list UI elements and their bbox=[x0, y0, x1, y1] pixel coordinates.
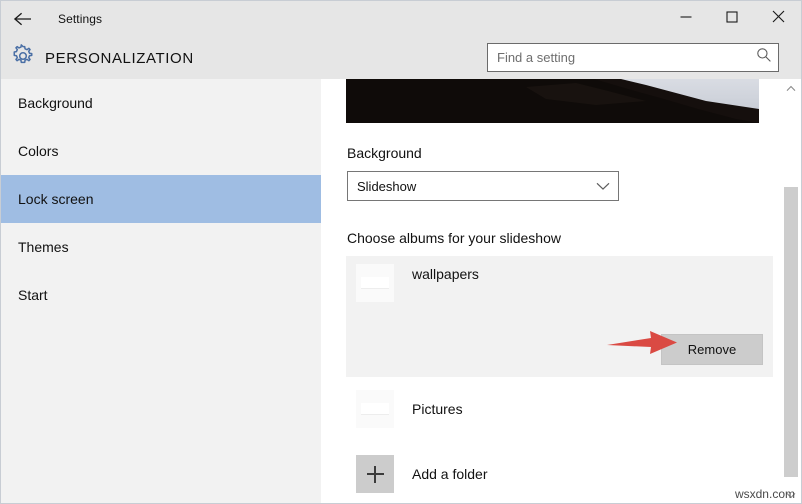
add-folder-button[interactable]: Add a folder bbox=[346, 447, 773, 503]
plus-vertical bbox=[374, 465, 376, 483]
gear-icon bbox=[11, 43, 35, 73]
sidebar-item-background[interactable]: Background bbox=[1, 79, 321, 127]
folder-thumbnail-strip bbox=[361, 403, 389, 414]
gear-icon-wrap bbox=[1, 43, 45, 73]
window-controls bbox=[663, 1, 801, 37]
add-folder-label: Add a folder bbox=[412, 466, 488, 482]
sidebar-item-label: Lock screen bbox=[18, 191, 94, 207]
site-watermark: wsxdn.com bbox=[734, 487, 795, 501]
title-bar: Settings bbox=[1, 1, 801, 37]
folder-thumbnail-icon bbox=[356, 390, 394, 428]
sidebar-item-start[interactable]: Start bbox=[1, 271, 321, 319]
album-item-wallpapers[interactable]: wallpapers Remove bbox=[346, 256, 773, 377]
chevron-down-icon bbox=[588, 182, 618, 191]
close-icon bbox=[772, 10, 785, 28]
sidebar-item-label: Colors bbox=[18, 143, 59, 159]
chevron-up-icon bbox=[786, 79, 796, 97]
album-name: wallpapers bbox=[412, 266, 479, 282]
remove-button[interactable]: Remove bbox=[661, 334, 763, 365]
back-arrow-icon bbox=[13, 11, 34, 27]
close-button[interactable] bbox=[755, 1, 801, 37]
page-title: PERSONALIZATION bbox=[45, 49, 194, 67]
album-item-pictures[interactable]: Pictures bbox=[346, 382, 773, 440]
sidebar-item-label: Background bbox=[18, 95, 93, 111]
sidebar-item-themes[interactable]: Themes bbox=[1, 223, 321, 271]
background-dropdown[interactable]: Slideshow bbox=[347, 171, 619, 201]
search-input[interactable] bbox=[488, 44, 750, 71]
background-label: Background bbox=[347, 145, 422, 161]
lock-screen-preview-image bbox=[346, 79, 759, 123]
preview-ridge bbox=[346, 79, 759, 123]
sidebar-item-label: Themes bbox=[18, 239, 69, 255]
scrollbar-thumb[interactable] bbox=[784, 187, 798, 477]
back-button[interactable] bbox=[1, 1, 45, 37]
page-header: PERSONALIZATION bbox=[1, 37, 801, 79]
sidebar-item-colors[interactable]: Colors bbox=[1, 127, 321, 175]
search-button[interactable] bbox=[750, 44, 778, 71]
album-name: Pictures bbox=[412, 401, 463, 417]
settings-window: Settings PERSONALIZATION Find a setting … bbox=[0, 0, 802, 504]
maximize-icon bbox=[726, 10, 738, 28]
sidebar-nav: Background Colors Lock screen Themes Sta… bbox=[1, 79, 321, 503]
background-dropdown-value: Slideshow bbox=[357, 178, 417, 194]
maximize-button[interactable] bbox=[709, 1, 755, 37]
sidebar-item-lock-screen[interactable]: Lock screen bbox=[1, 175, 321, 223]
window-title: Settings bbox=[58, 12, 103, 26]
albums-section-label: Choose albums for your slideshow bbox=[347, 230, 561, 246]
search-icon bbox=[756, 47, 772, 68]
folder-thumbnail-strip bbox=[361, 277, 389, 288]
settings-content: Background Slideshow Choose albums for y… bbox=[321, 79, 781, 503]
folder-thumbnail-icon bbox=[356, 264, 394, 302]
scroll-up-button[interactable] bbox=[781, 79, 801, 97]
minimize-button[interactable] bbox=[663, 1, 709, 37]
minimize-icon bbox=[680, 10, 692, 28]
sidebar-item-label: Start bbox=[18, 287, 48, 303]
plus-icon bbox=[356, 455, 394, 493]
vertical-scrollbar[interactable] bbox=[781, 79, 801, 503]
search-box[interactable] bbox=[487, 43, 779, 72]
